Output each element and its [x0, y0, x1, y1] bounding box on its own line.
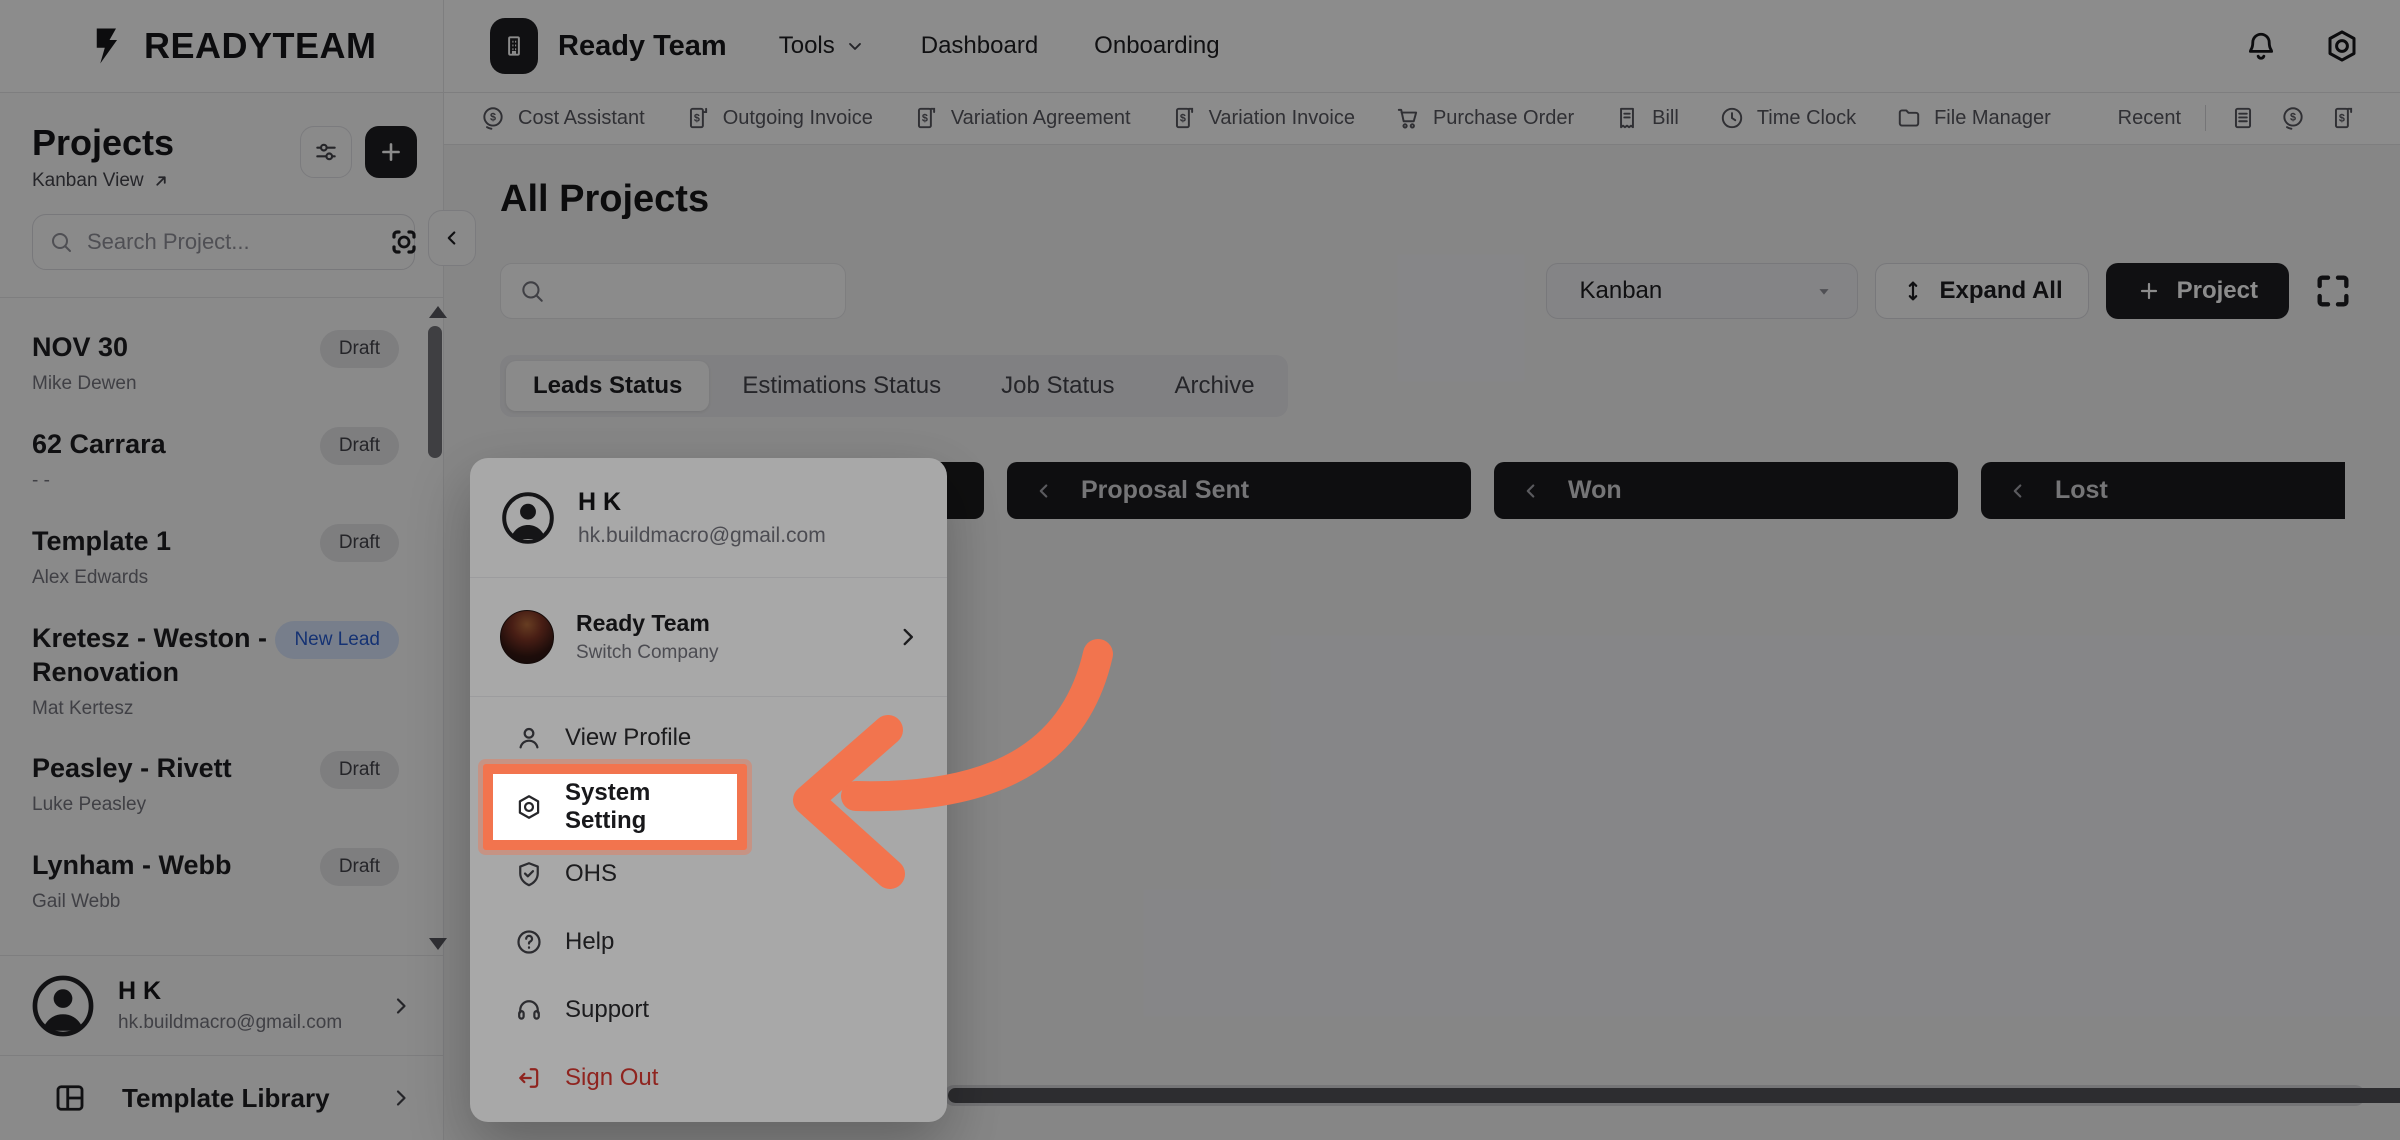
settings-icon: [515, 793, 543, 821]
screenshot-dim-overlay: [0, 0, 2400, 1140]
system-setting-highlight[interactable]: System Setting: [483, 764, 747, 850]
system-setting-label: System Setting: [565, 779, 737, 835]
app: READYTEAM Ready Team Tools Dashboard Onb…: [0, 0, 2400, 1140]
